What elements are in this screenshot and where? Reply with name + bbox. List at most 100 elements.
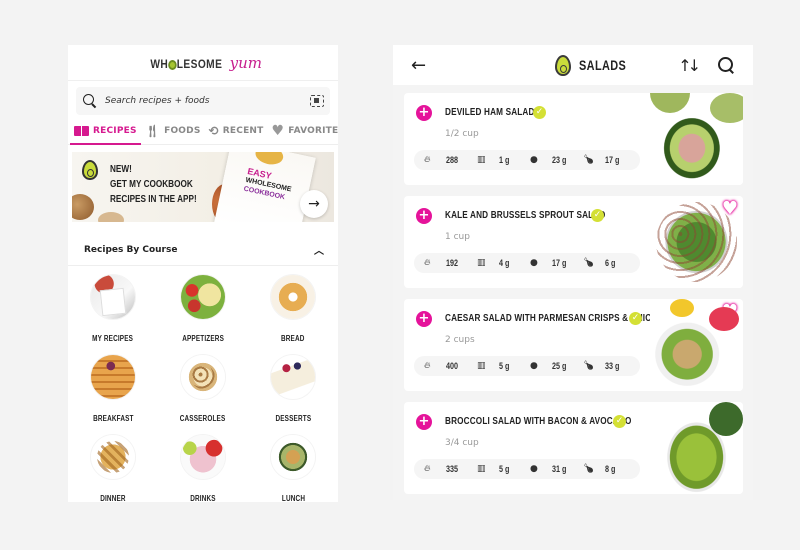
search-bar[interactable]: Search recipes + foods: [76, 87, 330, 115]
course-appetizers[interactable]: APPETIZERS: [158, 275, 248, 343]
course-casseroles[interactable]: CASSEROLES: [158, 355, 248, 423]
back-arrow-icon[interactable]: ←: [411, 55, 431, 76]
favorite-heart-icon[interactable]: ♥: [722, 97, 738, 115]
course-image: [271, 435, 315, 479]
app-header: WH LESOME yum: [68, 45, 338, 81]
verified-check-icon: ✓: [613, 415, 626, 428]
promo-text: NEW! GET MY COOKBOOK RECIPES IN THE APP!: [110, 164, 197, 205]
tab-foods[interactable]: 🍴︎ FOODS: [141, 117, 205, 144]
fat-drop-icon: ●: [530, 464, 538, 474]
carbs-icon: ▥: [477, 464, 486, 474]
calories-flame-icon: 🔥︎: [424, 464, 431, 474]
recipe-name: DEVILED HAM SALAD: [445, 106, 535, 118]
favorite-heart-icon[interactable]: ♥: [722, 303, 738, 321]
recipe-card[interactable]: + KALE AND BRUSSELS SPROUT SALAD ✓ 1 cup…: [404, 196, 743, 288]
book-icon: [74, 125, 89, 136]
macro-summary: 🔥︎ 288 ▥ 1 g ● 23 g 🍗︎ 17 g: [414, 150, 640, 170]
chevron-up-icon[interactable]: ︿: [314, 242, 324, 257]
page-title: SALADS: [555, 54, 640, 76]
recipe-name: KALE AND BRUSSELS SPROUT SALAD: [445, 209, 606, 221]
add-recipe-button[interactable]: +: [416, 311, 432, 327]
course-drinks[interactable]: DRINKS: [158, 435, 248, 502]
recipe-name: CAESAR SALAD WITH PARMESAN CRISPS & CHIC…: [445, 312, 659, 324]
tab-recent[interactable]: ⟲ RECENT: [205, 117, 268, 144]
bread-image: [72, 194, 94, 220]
recipe-image[interactable]: ♥: [650, 402, 743, 494]
course-image: [91, 435, 135, 479]
course-image: [91, 275, 135, 319]
wholesome-yum-logo: WH LESOME yum: [150, 53, 263, 72]
add-recipe-button[interactable]: +: [416, 208, 432, 224]
recipe-card[interactable]: + CAESAR SALAD WITH PARMESAN CRISPS & CH…: [404, 299, 743, 391]
history-icon: ⟲: [208, 123, 219, 138]
course-image: [271, 275, 315, 319]
calories-flame-icon: 🔥︎: [424, 258, 431, 268]
course-grid: MY RECIPES APPETIZERS BREAD BREAKFAST CA…: [68, 266, 338, 502]
carbs-icon: ▥: [477, 258, 486, 268]
barcode-scan-icon[interactable]: [310, 95, 324, 107]
fat-drop-icon: ●: [530, 361, 538, 371]
course-desserts[interactable]: DESSERTS: [248, 355, 338, 423]
protein-drumstick-icon: 🍗︎: [583, 155, 595, 165]
serving-size: 2 cups: [445, 335, 475, 345]
heart-icon: ♥: [271, 122, 285, 139]
recipes-home-screen: WH LESOME yum Search recipes + foods RECI…: [68, 45, 338, 502]
search-icon[interactable]: [717, 56, 735, 74]
recipe-list: + DEVILED HAM SALAD ✓ 1/2 cup 🔥︎ 288 ▥ 1 g…: [393, 85, 753, 494]
recipe-card[interactable]: + DEVILED HAM SALAD ✓ 1/2 cup 🔥︎ 288 ▥ 1 g…: [404, 93, 743, 185]
search-input[interactable]: Search recipes + foods: [105, 96, 310, 106]
cookbook-cover-image: EASY WHOLESOME COOKBOOK: [214, 152, 316, 222]
carbs-icon: ▥: [477, 155, 486, 165]
course-image: [91, 355, 135, 399]
salads-list-screen: ← SALADS ↑↓ + DEVILED HAM SALAD ✓ 1/2 cu…: [393, 45, 753, 500]
search-icon: [82, 93, 98, 109]
calories-flame-icon: 🔥︎: [424, 155, 431, 165]
protein-drumstick-icon: 🍗︎: [583, 464, 595, 474]
recipe-card[interactable]: + BROCCOLI SALAD WITH BACON & AVOCADO ✓ …: [404, 402, 743, 494]
salads-header: ← SALADS ↑↓: [393, 45, 753, 85]
add-recipe-button[interactable]: +: [416, 105, 432, 121]
favorite-heart-icon[interactable]: ♥: [722, 406, 738, 424]
fat-drop-icon: ●: [530, 155, 538, 165]
tab-favorites[interactable]: ♥ FAVORITES: [267, 117, 338, 144]
verified-check-icon: ✓: [629, 312, 642, 325]
serving-size: 1 cup: [445, 232, 470, 242]
favorite-heart-icon[interactable]: ♥: [722, 200, 738, 218]
recipes-by-course-header[interactable]: Recipes By Course ︿: [68, 240, 338, 266]
protein-drumstick-icon: 🍗︎: [583, 361, 595, 371]
course-image: [271, 355, 315, 399]
arrow-right-icon[interactable]: →: [300, 190, 328, 218]
tab-recipes[interactable]: RECIPES: [70, 117, 141, 145]
course-image: [181, 435, 225, 479]
avocado-logo-icon: [168, 60, 177, 71]
serving-size: 3/4 cup: [445, 438, 479, 448]
serving-size: 1/2 cup: [445, 129, 479, 139]
section-title: Recipes By Course: [84, 244, 178, 255]
carbs-icon: ▥: [477, 361, 486, 371]
avocado-icon: [82, 160, 98, 180]
verified-check-icon: ✓: [591, 209, 604, 222]
avocado-icon: [555, 54, 572, 76]
add-recipe-button[interactable]: +: [416, 414, 432, 430]
macro-summary: 🔥︎ 400 ▥ 5 g ● 25 g 🍗︎ 33 g: [414, 356, 640, 376]
protein-drumstick-icon: 🍗︎: [583, 258, 595, 268]
cookbook-promo-banner[interactable]: NEW! GET MY COOKBOOK RECIPES IN THE APP!…: [72, 152, 334, 222]
macro-summary: 🔥︎ 192 ▥ 4 g ● 17 g 🍗︎ 6 g: [414, 253, 640, 273]
recipe-name: BROCCOLI SALAD WITH BACON & AVOCADO: [445, 415, 632, 427]
course-image: [181, 275, 225, 319]
recipe-image[interactable]: ♥: [650, 196, 743, 288]
course-my-recipes[interactable]: MY RECIPES: [68, 275, 158, 343]
calories-flame-icon: 🔥︎: [424, 361, 431, 371]
course-bread[interactable]: BREAD: [248, 275, 338, 343]
recipe-image[interactable]: ♥: [650, 299, 743, 391]
fork-knife-icon: 🍴︎: [144, 123, 161, 138]
course-breakfast[interactable]: BREAKFAST: [68, 355, 158, 423]
verified-check-icon: ✓: [533, 106, 546, 119]
sort-icon[interactable]: ↑↓: [678, 56, 701, 75]
course-dinner[interactable]: DINNER: [68, 435, 158, 502]
fat-drop-icon: ●: [530, 258, 538, 268]
macro-summary: 🔥︎ 335 ▥ 5 g ● 31 g 🍗︎ 8 g: [414, 459, 640, 479]
recipe-image[interactable]: ♥: [650, 93, 743, 185]
course-lunch[interactable]: LUNCH: [248, 435, 338, 502]
course-image: [181, 355, 225, 399]
